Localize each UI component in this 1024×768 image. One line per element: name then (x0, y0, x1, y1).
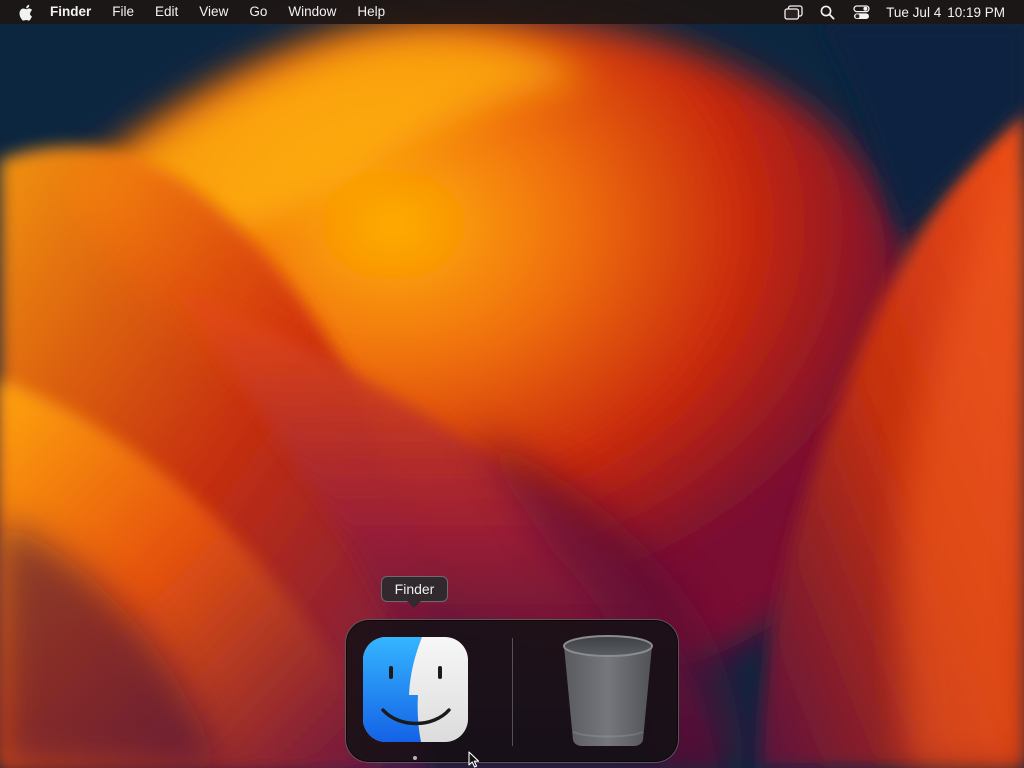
clock-time: 10:19 PM (947, 4, 1005, 20)
menu-file[interactable]: File (112, 0, 134, 24)
menu-window[interactable]: Window (288, 0, 336, 24)
finder-running-indicator (413, 756, 417, 760)
mouse-cursor-icon (468, 751, 480, 768)
dock-divider (512, 638, 513, 746)
apple-menu-icon[interactable] (14, 0, 36, 24)
dock-tooltip: Finder (381, 576, 448, 602)
menu-help[interactable]: Help (357, 0, 385, 24)
dock-tooltip-arrow (407, 601, 421, 608)
menu-go[interactable]: Go (249, 0, 267, 24)
menu-view[interactable]: View (199, 0, 228, 24)
dock (345, 619, 679, 763)
trash-icon (563, 635, 653, 746)
screen-mirroring-icon[interactable] (782, 0, 804, 24)
spotlight-search-icon[interactable] (816, 0, 838, 24)
menu-edit[interactable]: Edit (155, 0, 178, 24)
menu-bar-status: Tue Jul 4 10:19 PM (770, 0, 1024, 24)
control-center-icon[interactable] (850, 0, 872, 24)
dock-item-trash[interactable] (558, 632, 658, 748)
menu-app-name[interactable]: Finder (50, 0, 91, 24)
menu-bar-left: Finder File Edit View Go Window Help (0, 0, 406, 24)
menu-bar-clock[interactable]: Tue Jul 4 10:19 PM (886, 5, 1005, 20)
dock-item-finder[interactable] (363, 637, 468, 742)
finder-icon (363, 637, 468, 742)
menu-bar: Finder File Edit View Go Window Help Tue… (0, 0, 1024, 24)
desktop[interactable]: Finder File Edit View Go Window Help Tue… (0, 0, 1024, 768)
clock-date: Tue Jul 4 (886, 4, 942, 20)
